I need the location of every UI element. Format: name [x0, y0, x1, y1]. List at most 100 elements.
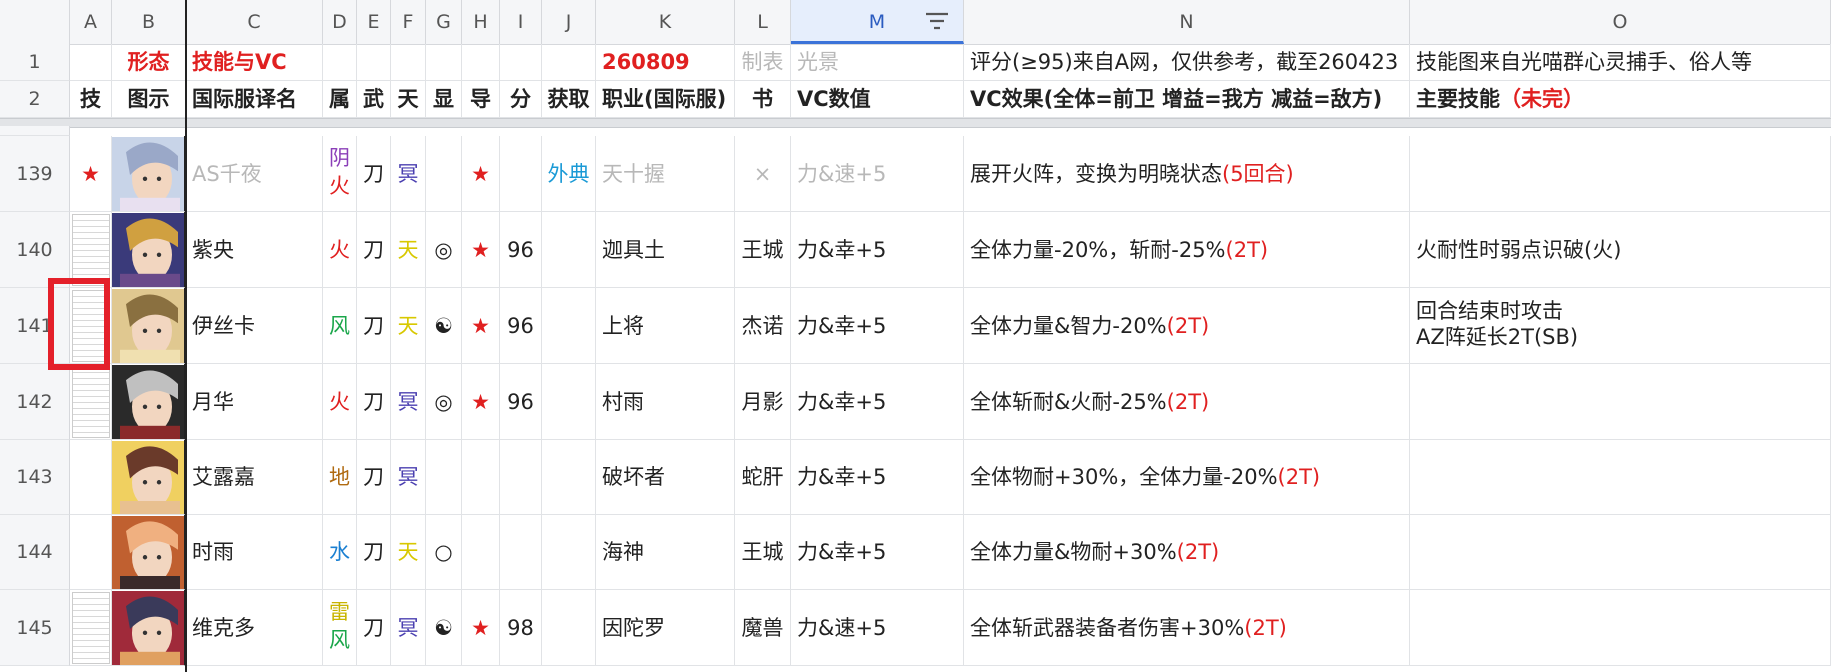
cell-B140[interactable] [112, 212, 186, 288]
col-header-O[interactable]: O [1410, 0, 1831, 44]
cell-D142[interactable]: 火 [323, 364, 357, 440]
cell-C143[interactable]: 艾露嘉 [186, 440, 323, 515]
cell-E2[interactable]: 武 [357, 81, 391, 118]
cell-C141[interactable]: 伊丝卡 [186, 288, 323, 364]
cell-N144[interactable]: 全体力量&物耐+30%(2T) [964, 515, 1410, 590]
cell-G1[interactable] [426, 44, 462, 81]
cell-I140[interactable]: 96 [500, 212, 542, 288]
character-portrait[interactable] [112, 365, 184, 439]
cell-F142[interactable]: 冥 [391, 364, 426, 440]
cell-E141[interactable]: 刀 [357, 288, 391, 364]
cell-E144[interactable]: 刀 [357, 515, 391, 590]
cell-I141[interactable]: 96 [500, 288, 542, 364]
cell-I143[interactable] [500, 440, 542, 515]
cell-I139[interactable] [500, 136, 542, 212]
cell-L143[interactable]: 蛇肝 [735, 440, 791, 515]
cell-H139[interactable]: ★ [462, 136, 500, 212]
cell-A139[interactable]: ★ [70, 136, 112, 212]
col-header-K[interactable]: K [596, 0, 735, 44]
cell-C1[interactable]: 技能与VC [186, 44, 323, 81]
cell-A144[interactable] [70, 515, 112, 590]
cell-B139[interactable] [112, 136, 186, 212]
cell-B141[interactable] [112, 288, 186, 364]
cell-J144[interactable] [542, 515, 596, 590]
col-header-E[interactable]: E [357, 0, 391, 44]
cell-M2[interactable]: VC数值 [791, 81, 964, 118]
corner-cell[interactable] [0, 0, 70, 44]
cell-C142[interactable]: 月华 [186, 364, 323, 440]
cell-O1[interactable]: 技能图来自光喵群心灵捕手、俗人等 [1410, 44, 1831, 81]
cell-O143[interactable] [1410, 440, 1831, 515]
cell-D141[interactable]: 风 [323, 288, 357, 364]
cell-G144[interactable]: ○ [426, 515, 462, 590]
col-header-J[interactable]: J [542, 0, 596, 44]
cell-J140[interactable] [542, 212, 596, 288]
cell-G139[interactable] [426, 136, 462, 212]
skill-image-thumbnail[interactable] [72, 366, 110, 438]
row-header-143[interactable]: 143 [0, 440, 70, 515]
cell-E1[interactable] [357, 44, 391, 81]
cell-K141[interactable]: 上将 [596, 288, 735, 364]
cell-K145[interactable]: 因陀罗 [596, 590, 735, 666]
cell-B2[interactable]: 图示 [112, 81, 186, 118]
cell-D140[interactable]: 火 [323, 212, 357, 288]
cell-D144[interactable]: 水 [323, 515, 357, 590]
cell-A2[interactable]: 技 [70, 81, 112, 118]
cell-D143[interactable]: 地 [323, 440, 357, 515]
cell-E139[interactable]: 刀 [357, 136, 391, 212]
cell-C144[interactable]: 时雨 [186, 515, 323, 590]
cell-O144[interactable] [1410, 515, 1831, 590]
row-header-144[interactable]: 144 [0, 515, 70, 590]
cell-C139[interactable]: AS千夜 [186, 136, 323, 212]
row-header-145[interactable]: 145 [0, 590, 70, 666]
cell-L139[interactable]: × [735, 136, 791, 212]
cell-H144[interactable] [462, 515, 500, 590]
cell-E145[interactable]: 刀 [357, 590, 391, 666]
character-portrait[interactable] [112, 213, 184, 287]
col-header-L[interactable]: L [735, 0, 791, 44]
cell-M145[interactable]: 力&速+5 [791, 590, 964, 666]
cell-H145[interactable]: ★ [462, 590, 500, 666]
cell-I142[interactable]: 96 [500, 364, 542, 440]
cell-H2[interactable]: 导 [462, 81, 500, 118]
cell-D1[interactable] [323, 44, 357, 81]
col-header-C[interactable]: C [186, 0, 323, 44]
cell-I2[interactable]: 分 [500, 81, 542, 118]
skill-image-thumbnail[interactable] [72, 214, 110, 286]
cell-M143[interactable]: 力&幸+5 [791, 440, 964, 515]
cell-F140[interactable]: 天 [391, 212, 426, 288]
cell-O139[interactable] [1410, 136, 1831, 212]
col-header-B[interactable]: B [112, 0, 186, 44]
cell-N1[interactable]: 评分(≥95)来自A网，仅供参考，截至260423 [964, 44, 1410, 81]
cell-G142[interactable]: ◎ [426, 364, 462, 440]
cell-N142[interactable]: 全体斩耐&火耐-25%(2T) [964, 364, 1410, 440]
row-header-142[interactable]: 142 [0, 364, 70, 440]
cell-J142[interactable] [542, 364, 596, 440]
cell-F145[interactable]: 冥 [391, 590, 426, 666]
cell-B145[interactable] [112, 590, 186, 666]
character-portrait[interactable] [112, 516, 184, 589]
cell-K140[interactable]: 迦具土 [596, 212, 735, 288]
cell-C2[interactable]: 国际服译名 [186, 81, 323, 118]
col-header-A[interactable]: A [70, 0, 112, 44]
row-header-partial[interactable] [0, 126, 70, 136]
cell-B1[interactable]: 形态 [112, 44, 186, 81]
cell-O142[interactable] [1410, 364, 1831, 440]
col-header-I[interactable]: I [500, 0, 542, 44]
cell-F139[interactable]: 冥 [391, 136, 426, 212]
cell-L142[interactable]: 月影 [735, 364, 791, 440]
cell-J139[interactable]: 外典 [542, 136, 596, 212]
cell-G140[interactable]: ◎ [426, 212, 462, 288]
cell-H143[interactable] [462, 440, 500, 515]
cell-M140[interactable]: 力&幸+5 [791, 212, 964, 288]
cell-D139[interactable]: 阴火 [323, 136, 357, 212]
row-header-2[interactable]: 2 [0, 81, 70, 118]
cell-L141[interactable]: 杰诺 [735, 288, 791, 364]
cell-B142[interactable] [112, 364, 186, 440]
cell-L144[interactable]: 王城 [735, 515, 791, 590]
cell-H142[interactable]: ★ [462, 364, 500, 440]
cell-N145[interactable]: 全体斩武器装备者伤害+30%(2T) [964, 590, 1410, 666]
cell-F141[interactable]: 天 [391, 288, 426, 364]
filter-icon[interactable] [925, 12, 949, 32]
cell-I144[interactable] [500, 515, 542, 590]
